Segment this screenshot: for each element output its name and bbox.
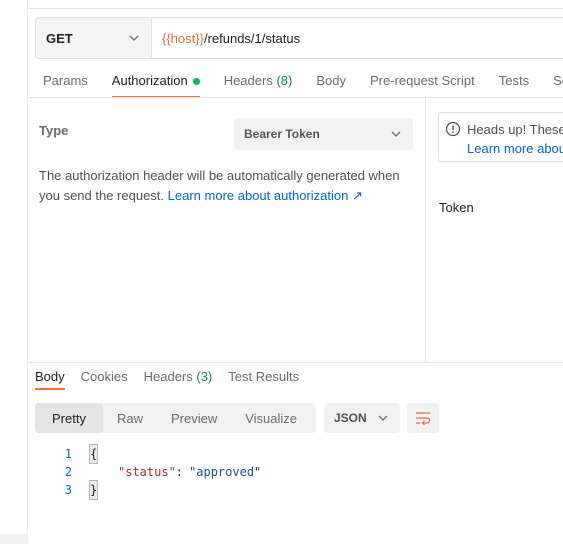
view-preview-button[interactable]: Preview — [157, 403, 231, 433]
tab-pre-request-script[interactable]: Pre-request Script — [362, 66, 483, 98]
json-colon: : — [175, 465, 184, 479]
tab-body[interactable]: Body — [308, 66, 354, 98]
auth-type-select[interactable]: Bearer Token — [234, 118, 413, 150]
tab-label: Headers — [143, 369, 193, 384]
view-raw-button[interactable]: Raw — [103, 403, 157, 433]
tab-label: Body — [35, 369, 65, 384]
response-tab-body[interactable]: Body — [35, 369, 65, 390]
method-label: GET — [46, 30, 73, 46]
tabs-divider — [28, 97, 563, 98]
tab-settings[interactable]: Se — [545, 66, 563, 98]
code-line: 1 { — [48, 444, 261, 464]
chevron-down-icon — [129, 35, 139, 41]
chevron-down-icon — [391, 131, 401, 137]
notice-learn-more-link[interactable]: Learn more about — [467, 141, 563, 156]
request-url-bar: GET {{host}}/refunds/1/status — [35, 17, 563, 59]
notice-title: Heads up! These — [467, 122, 563, 137]
token-label: Token — [439, 200, 474, 215]
tab-label: Tests — [498, 73, 530, 88]
code-line: 2 "status": "approved" — [48, 463, 262, 481]
tab-label: Se — [553, 73, 563, 88]
tab-label: Cookies — [80, 369, 128, 384]
headers-count: (8) — [276, 73, 293, 88]
line-number: 3 — [64, 483, 72, 497]
view-visualize-button[interactable]: Visualize — [231, 403, 311, 433]
line-number: 2 — [64, 465, 72, 479]
auth-type-value: Bearer Token — [244, 127, 320, 141]
left-sidebar-edge — [0, 0, 28, 544]
tab-params[interactable]: Params — [35, 66, 96, 98]
top-divider — [28, 8, 563, 9]
tab-label: Body — [316, 73, 346, 88]
response-tab-test-results[interactable]: Test Results — [228, 369, 299, 390]
json-value: "approved" — [189, 465, 262, 479]
open-brace: { — [88, 444, 99, 464]
view-pretty-button[interactable]: Pretty — [35, 403, 103, 433]
tab-label: Headers — [223, 73, 273, 88]
tab-tests[interactable]: Tests — [491, 66, 537, 98]
response-tab-headers[interactable]: Headers (3) — [144, 369, 213, 390]
request-tabs: Params Authorization Headers (8) Body Pr… — [35, 66, 563, 98]
learn-more-auth-link[interactable]: Learn more about authorization ↗ — [168, 188, 363, 203]
response-divider — [28, 362, 563, 363]
close-brace: } — [88, 480, 99, 500]
format-select[interactable]: JSON — [324, 403, 400, 433]
tab-label: Params — [43, 73, 88, 88]
format-value: JSON — [334, 411, 367, 425]
sidebar-footer — [0, 534, 27, 544]
auth-type-label: Type — [39, 123, 69, 138]
tab-headers[interactable]: Headers (8) — [216, 66, 301, 98]
view-mode-group: Pretty Raw Preview Visualize — [35, 403, 316, 433]
wrap-lines-button[interactable] — [407, 403, 439, 433]
tab-label: Pre-request Script — [369, 73, 475, 88]
url-path: /refunds/1/status — [203, 30, 301, 46]
json-key: "status" — [118, 465, 176, 479]
response-tab-cookies[interactable]: Cookies — [81, 369, 128, 390]
auth-panel-divider — [425, 98, 426, 362]
response-headers-count: (3) — [196, 369, 213, 384]
response-tabs: Body Cookies Headers (3) Test Results — [35, 369, 315, 390]
wrap-lines-icon — [416, 412, 431, 425]
method-select[interactable]: GET — [36, 18, 152, 58]
tab-authorization[interactable]: Authorization — [104, 66, 208, 98]
heads-up-notice: Heads up! These Learn more about — [438, 112, 563, 162]
url-variable: {{host}} — [162, 30, 204, 46]
active-indicator-dot — [192, 78, 200, 86]
chevron-down-icon — [378, 415, 388, 421]
info-icon — [445, 121, 461, 137]
auth-description: The authorization header will be automat… — [39, 166, 414, 206]
line-number: 1 — [64, 447, 72, 461]
tab-label: Test Results — [228, 369, 300, 384]
response-code-view: 1 { 2 "status": "approved" 3 } — [48, 444, 262, 500]
code-line: 3 } — [48, 480, 261, 500]
tab-label: Authorization — [111, 73, 188, 88]
url-input[interactable]: {{host}}/refunds/1/status — [152, 18, 300, 58]
